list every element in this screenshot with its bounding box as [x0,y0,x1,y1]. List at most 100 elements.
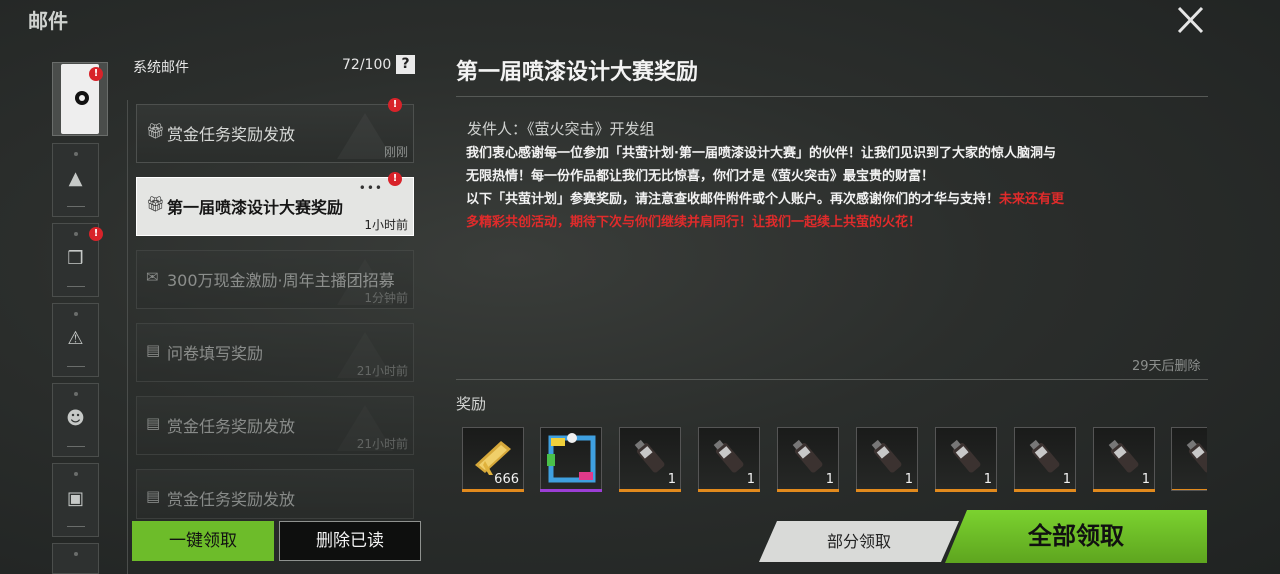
mail-item[interactable]: ▤ 问卷填写奖励 21小时前 [136,323,414,382]
close-icon[interactable] [1172,2,1210,38]
rail-dot [73,472,78,476]
reward-slot[interactable]: 666 [462,427,524,492]
rarity-bar [1093,489,1155,492]
reward-qty: 1 [983,472,992,487]
page-title: 邮件 [28,9,68,33]
mail-detail-title: 第一届喷漆设计大赛奖励 [456,60,699,85]
category-notice[interactable]: ⚠ [52,303,99,377]
more-dots-icon: ••• [358,181,383,195]
mail-item-time: 1小时前 [364,218,408,232]
spray-can-icon [1029,439,1060,473]
mail-body-paragraph: 以下「共萤计划」参赛奖励，请注意查收邮件附件或个人账户。再次感谢你们的才华与支持… [466,188,1066,234]
rarity-bar [619,489,681,492]
lamp-icon: ▲ [68,168,83,189]
reward-slot[interactable]: 1 [698,427,760,492]
rewards-divider [456,379,1208,380]
reward-qty: 1 [1062,472,1071,487]
detail-divider [456,96,1208,97]
reward-qty: 666 [494,472,519,487]
category-social[interactable]: ☻ [52,383,99,457]
reward-slot[interactable] [540,427,602,492]
rarity-bar [777,489,839,492]
category-gear[interactable]: ▣ [52,463,99,537]
mail-body-paragraph: 我们衷心感谢每一位参加「共萤计划·第一届喷漆设计大赛」的伙伴！让我们见识到了大家… [466,146,1056,184]
reward-slot[interactable]: 1 [856,427,918,492]
unread-badge: ! [388,172,402,186]
spray-can-icon [1186,439,1207,473]
spray-can-icon [1108,439,1139,473]
reward-slot[interactable]: 1 [777,427,839,492]
reward-slot[interactable]: 1 [1093,427,1155,492]
gift-icon: 🎁︎ [146,195,166,213]
mail-count: 72/100 [342,57,392,73]
reward-slot-partial[interactable] [1171,427,1207,491]
mail-item[interactable]: 🎁︎ 赏金任务奖励发放 刚刚 [136,104,414,163]
reward-qty: 1 [667,472,676,487]
collect-all-button[interactable]: 一键领取 [132,521,274,561]
spray-can-icon [792,439,823,473]
opened-gift-icon: ▤ [146,487,161,505]
reward-qty: 1 [1141,472,1150,487]
reward-qty: 1 [825,472,834,487]
spray-can-icon [950,439,981,473]
reward-slot[interactable]: 1 [1014,427,1076,492]
opened-gift-icon: ▤ [146,341,161,359]
backpack-icon: ▣ [66,488,84,509]
mail-item-time: 21小时前 [356,437,408,451]
expire-notice: 29天后删除 [1132,359,1201,374]
reward-slot[interactable]: 1 [619,427,681,492]
rewards-label: 奖励 [456,395,487,413]
rail-dot [73,392,78,396]
mail-item-title: 300万现金激励·周年主播团招募 [167,271,395,290]
rail-dash [67,366,85,367]
mail-item-selected[interactable]: ••• 🎁︎ 第一届喷漆设计大赛奖励 1小时前 [136,177,414,236]
mail-list-header: 系统邮件 [133,60,189,76]
rail-dash [67,286,85,287]
category-reward[interactable]: ▲ [52,143,99,217]
mail-sender: 发件人：《萤火突击》开发组 [467,120,655,138]
rarity-bar [698,489,760,492]
mail-item[interactable]: ▤ 赏金任务奖励发放 [136,469,414,519]
spray-can-icon [871,439,902,473]
box-stack-icon: ❒ [67,248,84,269]
rarity-bar [935,489,997,492]
mail-body-text: 以下「共萤计划」参赛奖励，请注意查收邮件附件或个人账户。再次感谢你们的才华与支持… [466,192,1000,207]
rail-dash [67,526,85,527]
rail-divider [127,100,128,574]
rarity-bar [462,489,524,492]
mail-item-time: 刚刚 [383,145,408,159]
rail-dash [67,206,85,207]
reward-slot[interactable]: 1 [935,427,997,492]
rail-dash [67,446,85,447]
spray-can-icon [634,439,665,473]
rail-dot [73,152,78,156]
mail-body: 我们衷心感谢每一位参加「共萤计划·第一届喷漆设计大赛」的伙伴！让我们见识到了大家… [466,142,1066,234]
reward-qty: 1 [746,472,755,487]
spray-frame-icon [547,433,596,483]
opened-gift-icon: ▤ [146,414,161,432]
category-more[interactable] [52,543,99,574]
help-icon[interactable]: ? [396,55,415,74]
delete-read-button[interactable]: 删除已读 [279,521,421,561]
face-icon: ☻ [66,408,85,429]
gift-icon: 🎁︎ [146,122,166,140]
mail-item-time: 1分钟前 [364,291,408,305]
rarity-bar [540,489,602,492]
rarity-bar [1172,489,1207,490]
gear-icon [75,91,89,105]
mail-item-title: 问卷填写奖励 [167,344,264,363]
spray-can-icon [713,439,744,473]
mail-item-title: 赏金任务奖励发放 [167,417,296,436]
unread-badge: ! [89,67,103,81]
partial-claim-button[interactable]: 部分领取 [759,521,959,562]
mail-item[interactable]: ✉ 300万现金激励·周年主播团招募 1分钟前 [136,250,414,309]
claim-all-button[interactable]: 全部领取 [945,510,1207,563]
unread-badge: ! [89,227,103,241]
envelope-icon: ✉ [146,268,159,286]
rarity-bar [1014,489,1076,492]
mail-item[interactable]: ▤ 赏金任务奖励发放 21小时前 [136,396,414,455]
rail-dot [73,552,78,556]
rail-dot [73,232,78,236]
rail-dot [73,312,78,316]
mail-item-time: 21小时前 [356,364,408,378]
